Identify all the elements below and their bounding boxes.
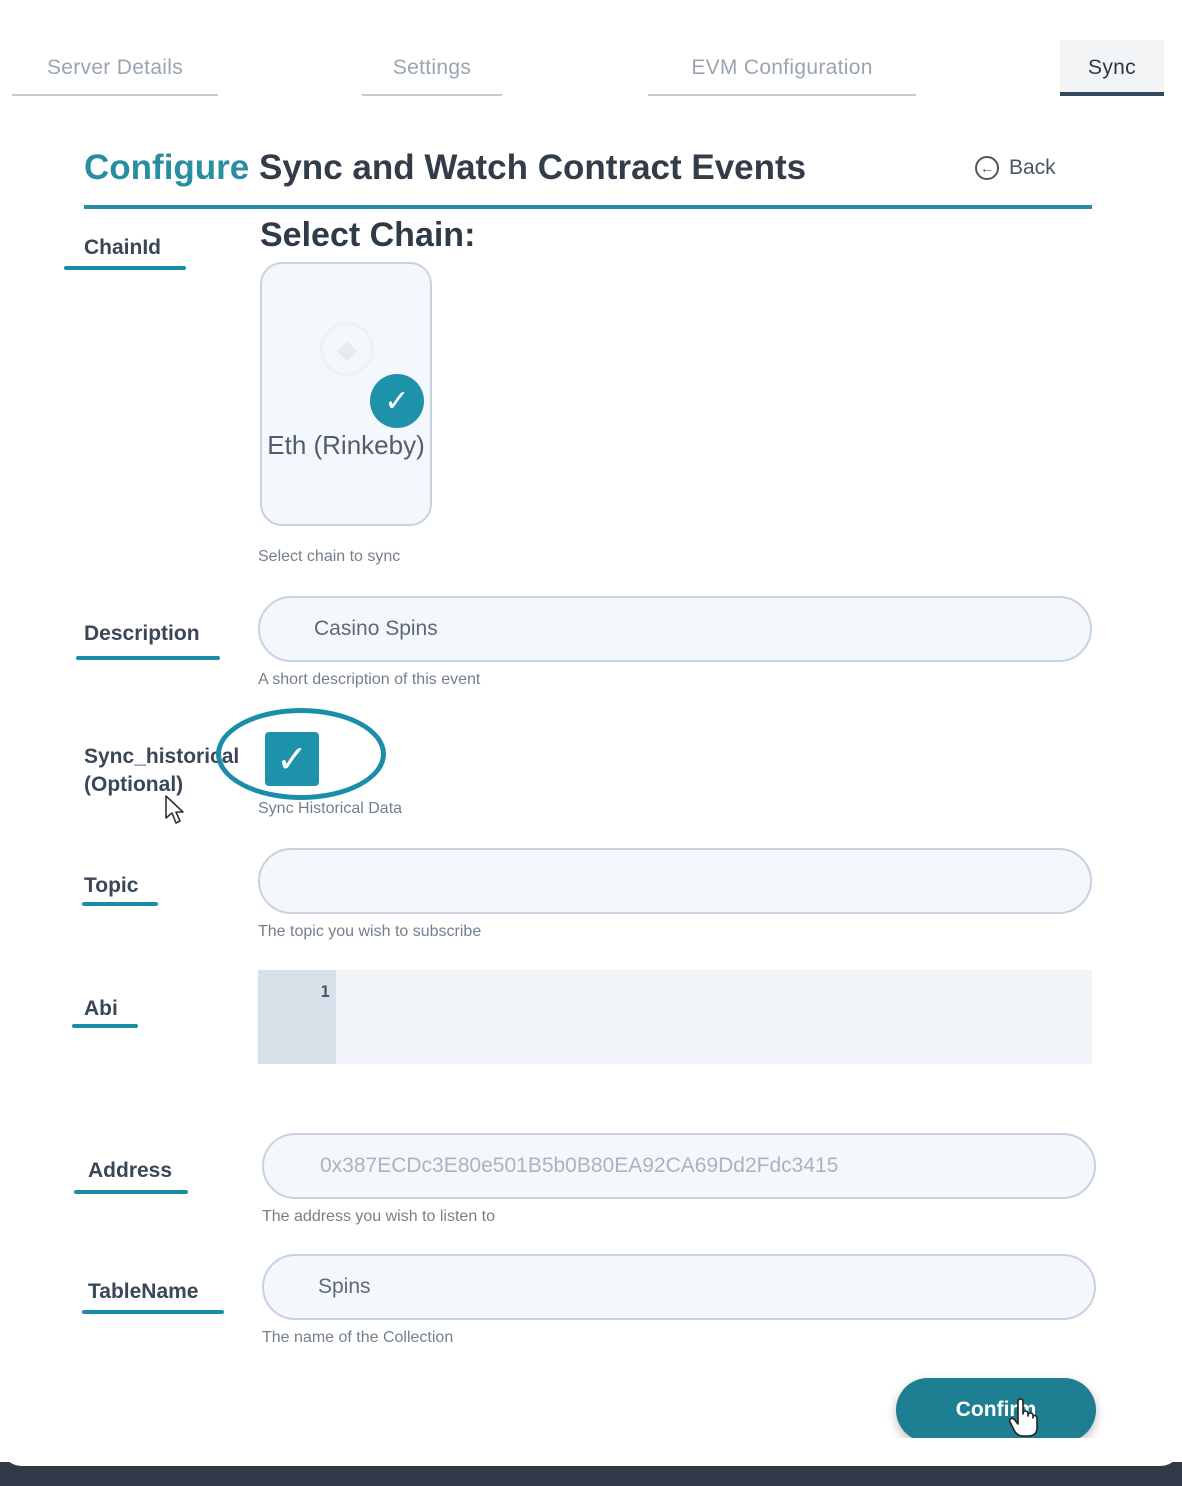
tab-active-indicator [1060, 92, 1164, 96]
abi-label: Abi [84, 997, 118, 1020]
topic-underline [82, 902, 158, 906]
address-label: Address [88, 1159, 173, 1182]
tablename-helper: The name of the Collection [262, 1329, 454, 1346]
page-title: Configure Sync and Watch Contract Events [84, 148, 806, 188]
sync-historical-label-line2: (Optional) [84, 773, 184, 796]
topic-helper: The topic you wish to subscribe [258, 923, 482, 940]
arrow-left-circle-icon: ← [975, 156, 999, 180]
chainid-helper: Select chain to sync [258, 548, 401, 565]
topic-label: Topic [84, 874, 139, 897]
page-title-accent: Configure [84, 148, 250, 187]
sync-historical-checkbox[interactable]: ✓ [265, 732, 319, 786]
tablename-label: TableName [88, 1280, 199, 1303]
chainid-underline [64, 266, 186, 270]
tab-bar: Server Details Settings EVM Configuratio… [12, 40, 1164, 98]
description-underline [76, 656, 220, 660]
header-divider [84, 205, 1092, 209]
tab-divider [648, 94, 916, 96]
mouse-pointer-icon [165, 795, 184, 824]
abi-code-editor[interactable]: 1 [258, 970, 1092, 1064]
confirm-button[interactable]: Confirm [896, 1378, 1096, 1442]
tab-divider [12, 94, 218, 96]
tab-evm-configuration[interactable]: EVM Configuration [648, 40, 916, 96]
checkmark-icon: ✓ [276, 738, 308, 781]
address-helper: The address you wish to listen to [262, 1208, 496, 1225]
hand-pointer-icon [1008, 1398, 1038, 1437]
topic-input[interactable] [258, 848, 1092, 914]
tab-settings[interactable]: Settings [362, 40, 502, 96]
editor-gutter: 1 [258, 970, 336, 1064]
tablename-underline [82, 1310, 224, 1314]
description-helper: A short description of this event [258, 671, 481, 688]
chain-name: Eth (Rinkeby) [267, 430, 425, 460]
line-number: 1 [320, 982, 330, 1001]
description-label: Description [84, 622, 200, 645]
check-circle-icon: ✓ [370, 374, 424, 428]
address-input[interactable] [262, 1133, 1096, 1199]
tab-server-details[interactable]: Server Details [12, 40, 218, 96]
tab-divider [362, 94, 502, 96]
ethereum-logo-icon: ◆ [320, 322, 374, 376]
back-button[interactable]: ← Back [975, 156, 1056, 180]
page-title-rest: Sync and Watch Contract Events [259, 148, 807, 187]
select-chain-title: Select Chain: [260, 216, 476, 254]
tablename-input[interactable] [262, 1254, 1096, 1320]
abi-underline [72, 1024, 138, 1028]
sync-historical-helper: Sync Historical Data [258, 800, 403, 817]
chain-card-eth-rinkeby[interactable]: ◆ ✓ Eth (Rinkeby) [260, 262, 432, 526]
back-label: Back [1009, 156, 1056, 179]
window-bottom-edge [0, 1438, 1182, 1466]
chainid-label: ChainId [84, 236, 161, 259]
address-underline [74, 1190, 188, 1194]
tab-sync[interactable]: Sync [1060, 40, 1164, 96]
description-input[interactable] [258, 596, 1092, 662]
